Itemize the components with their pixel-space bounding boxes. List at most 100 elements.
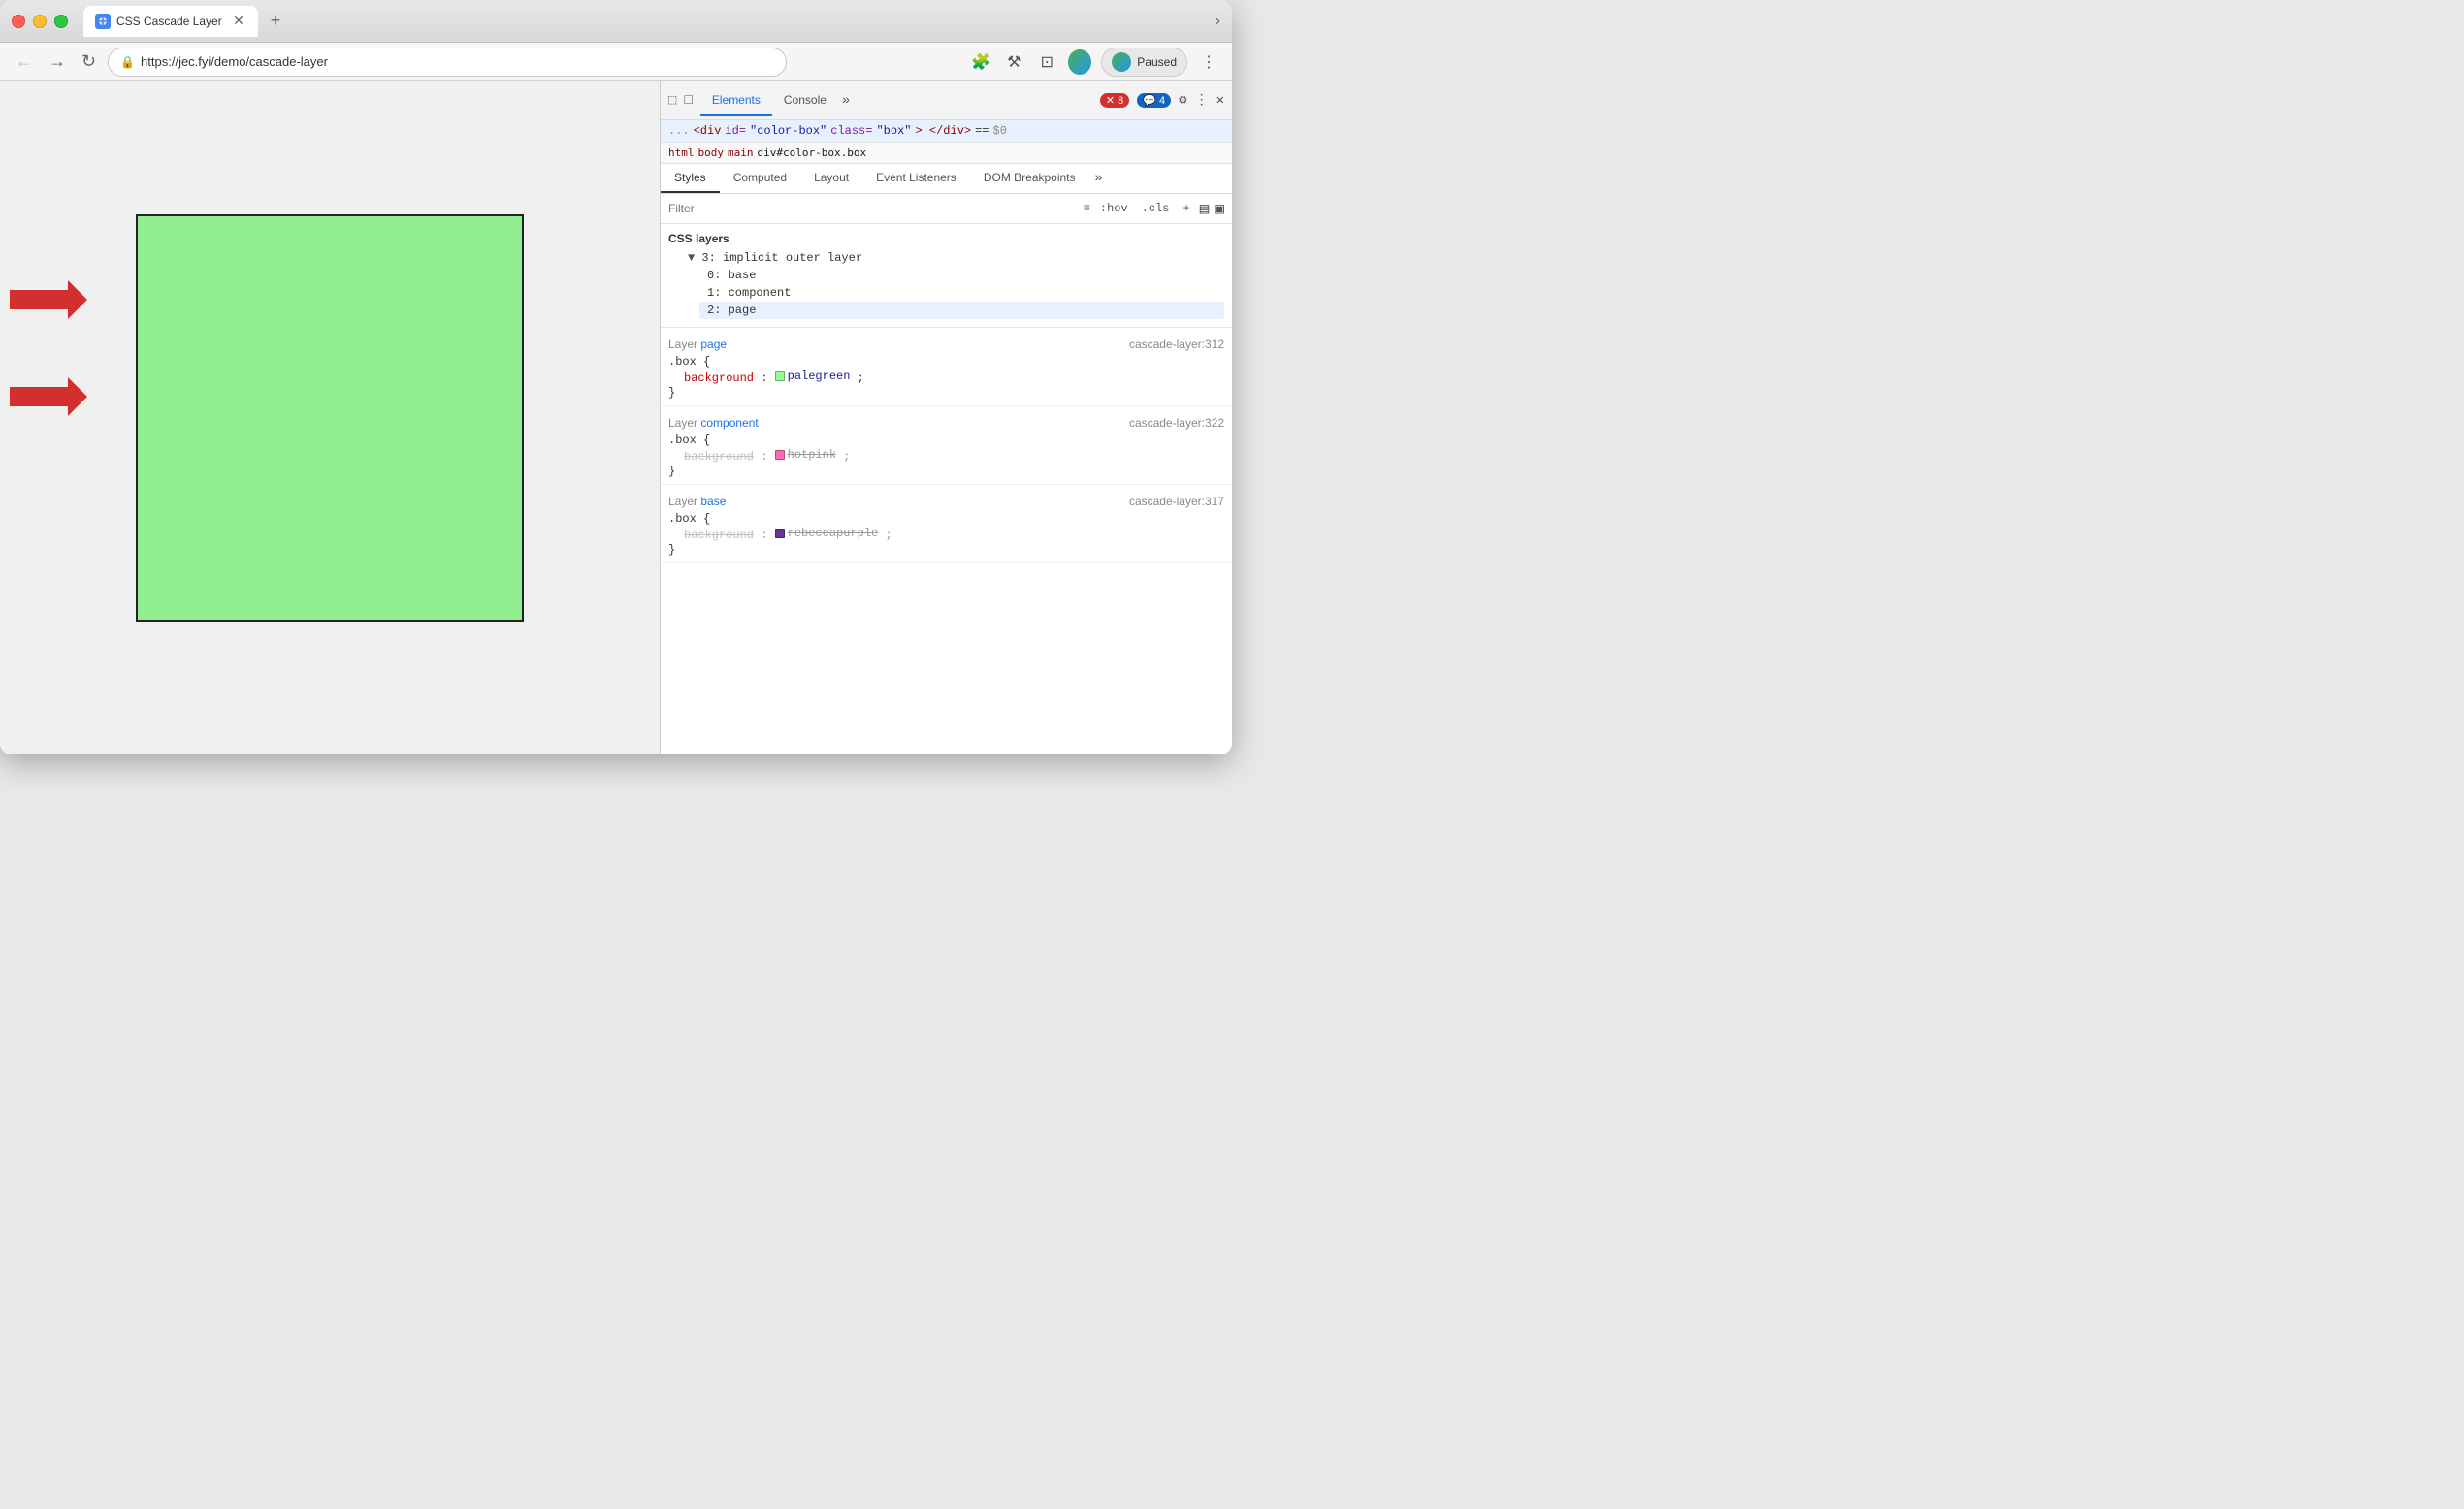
rule-property-page-bg: background : palegreen ; bbox=[668, 369, 1224, 386]
filter-input[interactable] bbox=[668, 202, 1078, 215]
new-tab-button[interactable]: + bbox=[262, 8, 289, 35]
tab-elements[interactable]: Elements bbox=[700, 85, 772, 116]
toolbar-icons: 🧩 ⚒ ⊡ Paused ⋮ bbox=[969, 48, 1220, 77]
back-button[interactable]: ← bbox=[12, 49, 37, 74]
rule-property-component-bg: background : hotpink ; bbox=[668, 447, 1224, 465]
dom-tag-open: <div bbox=[694, 124, 722, 138]
subtab-dom-breakpoints[interactable]: DOM Breakpoints bbox=[970, 164, 1089, 193]
layer-label-text-page: Layer bbox=[668, 337, 697, 351]
error-icon: ✕ bbox=[1106, 95, 1115, 107]
devtools-close-icon[interactable]: ✕ bbox=[1216, 92, 1224, 109]
screen-icon[interactable]: ⊡ bbox=[1035, 50, 1058, 74]
minimize-button[interactable] bbox=[33, 15, 47, 28]
breadcrumb-div[interactable]: div#color-box.box bbox=[758, 146, 867, 159]
tab-bar: CSS Cascade Layer ✕ + › bbox=[83, 6, 1220, 37]
extensions-icon[interactable]: 🧩 bbox=[969, 50, 992, 74]
filter-bar: ≡ :hov .cls + ▤ ▣ bbox=[661, 194, 1232, 224]
prop-name-page-bg: background bbox=[684, 371, 754, 385]
title-bar: CSS Cascade Layer ✕ + › bbox=[0, 0, 1232, 43]
rule-header-page: Layer page cascade-layer:312 bbox=[668, 334, 1224, 355]
breadcrumb: html body main div#color-box.box bbox=[661, 143, 1232, 164]
tab-favicon bbox=[95, 14, 111, 29]
filter-computed-icon[interactable]: ▣ bbox=[1215, 199, 1224, 218]
prop-value-page-bg: palegreen bbox=[775, 369, 851, 383]
layer-children: 0: base 1: component 2: page bbox=[680, 267, 1224, 319]
breadcrumb-html[interactable]: html bbox=[668, 146, 695, 159]
settings-icon[interactable]: ⚙ bbox=[1179, 92, 1186, 109]
color-name-base: rebeccapurple bbox=[788, 527, 879, 540]
dom-equals: == bbox=[975, 124, 989, 138]
breadcrumb-body[interactable]: body bbox=[698, 146, 725, 159]
tab-close-button[interactable]: ✕ bbox=[231, 14, 246, 29]
color-name-page: palegreen bbox=[788, 369, 851, 383]
devtools-device-icon[interactable]: □ bbox=[684, 93, 692, 109]
layer-base[interactable]: 0: base bbox=[699, 267, 1224, 284]
tab-console[interactable]: Console bbox=[772, 85, 838, 116]
rule-file-component[interactable]: cascade-layer:322 bbox=[1129, 416, 1224, 430]
browser-tab[interactable]: CSS Cascade Layer ✕ bbox=[83, 6, 258, 37]
devtools-cursor-icon[interactable]: ⬚ bbox=[668, 92, 676, 109]
subtab-computed[interactable]: Computed bbox=[720, 164, 800, 193]
layer-base-label: 0: base bbox=[707, 269, 756, 282]
rule-file-base[interactable]: cascade-layer:317 bbox=[1129, 495, 1224, 508]
dom-attr-class-value: "box" bbox=[876, 124, 911, 138]
dom-selected-element: ... <div id="color-box" class="box" > </… bbox=[661, 120, 1232, 143]
style-rule-page: Layer page cascade-layer:312 .box { back… bbox=[661, 328, 1232, 406]
subtab-layout[interactable]: Layout bbox=[800, 164, 862, 193]
selector-text-base: .box bbox=[668, 512, 697, 526]
filter-add[interactable]: + bbox=[1180, 200, 1194, 217]
devtools-more-icon[interactable]: ⋮ bbox=[1195, 92, 1209, 109]
subtab-event-listeners[interactable]: Event Listeners bbox=[862, 164, 970, 193]
rule-layer-label-base: Layer base bbox=[668, 495, 726, 508]
color-swatch-component[interactable] bbox=[775, 450, 785, 460]
avatar bbox=[1068, 49, 1091, 75]
devtools-tabs: ⬚ □ Elements Console » ✕ 8 💬 4 ⚙ ⋮ bbox=[661, 81, 1232, 120]
layer-implicit-outer[interactable]: ▼ 3: implicit outer layer bbox=[680, 249, 1224, 267]
reload-button[interactable]: ↻ bbox=[78, 49, 100, 74]
profile-icon[interactable] bbox=[1068, 50, 1091, 74]
css-layers-header: CSS layers bbox=[668, 230, 1224, 247]
selector-text-page: .box bbox=[668, 355, 697, 369]
more-subtabs-icon[interactable]: » bbox=[1089, 164, 1109, 193]
color-swatch-page[interactable] bbox=[775, 371, 785, 381]
layer-tree: ▼ 3: implicit outer layer 0: base 1: com… bbox=[668, 247, 1224, 321]
color-name-component: hotpink bbox=[788, 448, 836, 462]
subtab-styles[interactable]: Styles bbox=[661, 164, 720, 193]
rule-header-component: Layer component cascade-layer:322 bbox=[668, 412, 1224, 433]
dom-tag-close: > </div> bbox=[915, 124, 971, 138]
close-button[interactable] bbox=[12, 15, 25, 28]
rule-layer-link-page[interactable]: page bbox=[700, 337, 727, 351]
arrow-2 bbox=[10, 377, 87, 416]
rule-layer-label-component: Layer component bbox=[668, 416, 759, 430]
breadcrumb-main[interactable]: main bbox=[728, 146, 754, 159]
filter-cls[interactable]: .cls bbox=[1138, 200, 1174, 217]
rule-file-page[interactable]: cascade-layer:312 bbox=[1129, 337, 1224, 351]
more-tabs-icon[interactable]: » bbox=[838, 93, 854, 109]
layer-page[interactable]: 2: page bbox=[699, 302, 1224, 319]
style-rule-base: Layer base cascade-layer:317 .box { back… bbox=[661, 485, 1232, 563]
rule-brace-close-base: } bbox=[668, 543, 1224, 557]
filter-new-rule-icon[interactable]: ▤ bbox=[1200, 199, 1210, 218]
rule-layer-link-component[interactable]: component bbox=[700, 416, 758, 430]
rule-layer-link-base[interactable]: base bbox=[700, 495, 726, 508]
layer-toggle-icon: ▼ bbox=[688, 251, 701, 265]
layer-component[interactable]: 1: component bbox=[699, 284, 1224, 302]
layer-label-text-component: Layer bbox=[668, 416, 697, 430]
prop-value-component-bg: hotpink bbox=[775, 448, 836, 462]
color-swatch-base[interactable] bbox=[775, 529, 785, 538]
more-menu-icon[interactable]: ⋮ bbox=[1197, 50, 1220, 74]
warning-badge: 💬 4 bbox=[1137, 93, 1171, 108]
dom-attr-class: class= bbox=[830, 124, 872, 138]
filter-layers-icon[interactable]: ≡ bbox=[1084, 202, 1090, 215]
styles-subtabs: Styles Computed Layout Event Listeners D… bbox=[661, 164, 1232, 194]
paused-button[interactable]: Paused bbox=[1101, 48, 1187, 77]
forward-button[interactable]: → bbox=[45, 49, 70, 74]
url-input-wrapper[interactable]: 🔒 https://jec.fyi/demo/cascade-layer bbox=[108, 48, 787, 77]
layer-component-label: 1: component bbox=[707, 286, 791, 300]
devtools-icon[interactable]: ⚒ bbox=[1002, 50, 1025, 74]
maximize-button[interactable] bbox=[54, 15, 68, 28]
filter-hover[interactable]: :hov bbox=[1096, 200, 1132, 217]
rule-header-base: Layer base cascade-layer:317 bbox=[668, 491, 1224, 512]
tab-menu-button[interactable]: › bbox=[1216, 13, 1220, 30]
rule-layer-label-page: Layer page bbox=[668, 337, 727, 351]
